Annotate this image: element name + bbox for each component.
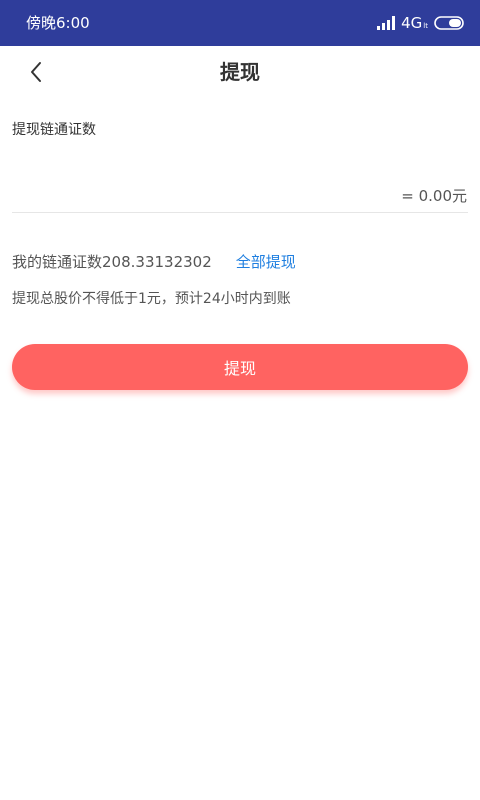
network-type: 4G (401, 14, 423, 32)
amount-label: 提现链通证数 (12, 122, 96, 138)
page-title: 提现 (220, 60, 260, 84)
battery-icon (434, 16, 464, 30)
submit-withdraw-button[interactable]: 提现 (12, 344, 468, 390)
back-button[interactable] (18, 56, 54, 88)
divider (12, 212, 468, 213)
status-time: 傍晚6:00 (26, 14, 90, 32)
balance-text: 我的链通证数208.33132302 (12, 253, 212, 271)
balance-row: 我的链通证数208.33132302 全部提现 (12, 251, 296, 273)
converted-amount: = 0.00元 (401, 187, 467, 205)
nav-bar: 提现 (0, 46, 480, 98)
chevron-left-icon (31, 62, 41, 82)
amount-input[interactable] (12, 152, 342, 192)
withdraw-all-link[interactable]: 全部提现 (236, 251, 296, 273)
status-bar: 傍晚6:00 4G lt (0, 0, 480, 46)
network-sub: lt (423, 22, 428, 30)
signal-icon (377, 16, 396, 30)
status-indicators: 4G lt (377, 12, 464, 34)
withdraw-notice: 提现总股价不得低于1元，预计24小时内到账 (12, 291, 291, 307)
